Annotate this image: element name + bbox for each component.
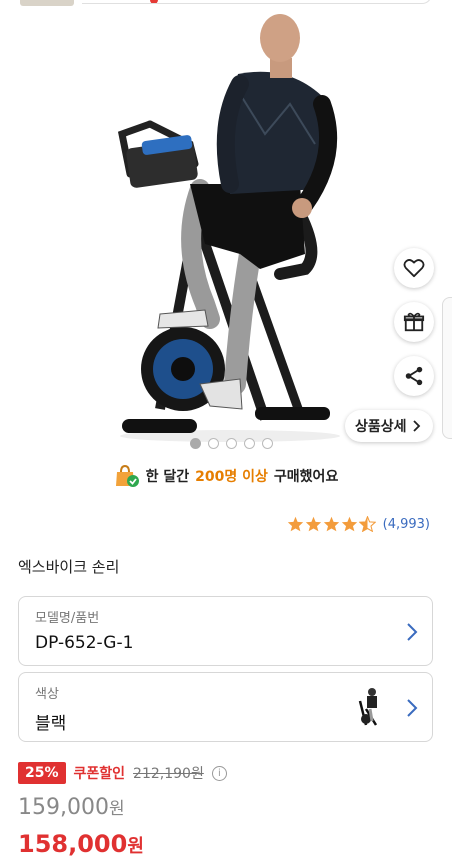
- star-icon: [341, 516, 357, 532]
- half-star-icon: [358, 516, 376, 532]
- review-rating[interactable]: (4,993): [287, 516, 430, 532]
- product-image[interactable]: [90, 14, 360, 450]
- side-action-bar: [394, 248, 434, 410]
- chevron-right-icon: [412, 420, 420, 432]
- share-button[interactable]: [394, 356, 434, 396]
- gift-button[interactable]: [394, 302, 434, 342]
- gallery-pagination: [190, 438, 273, 449]
- product-detail-button[interactable]: 상품상세: [345, 410, 433, 442]
- pagination-dot[interactable]: [226, 438, 237, 449]
- discount-row: 25% 쿠폰할인 212,190원 i: [18, 762, 227, 784]
- previous-thumbnail: [20, 0, 74, 6]
- coupon-price: 158,000원: [18, 830, 144, 858]
- pagination-dot[interactable]: [190, 438, 201, 449]
- purchase-notice-highlight: 200명 이상: [195, 469, 268, 485]
- color-option-value: 블랙: [35, 714, 67, 734]
- model-option-label: 모델명/품번: [35, 611, 100, 626]
- review-count: (4,993): [382, 516, 430, 532]
- chevron-right-icon: [407, 623, 418, 641]
- shopping-bag-check-icon: [115, 464, 139, 487]
- purchase-notice-prefix: 한 달간: [145, 469, 190, 485]
- color-swatch-thumbnail: [358, 688, 378, 726]
- pagination-dot[interactable]: [262, 438, 273, 449]
- model-option-selector[interactable]: 모델명/품번 DP-652-G-1: [18, 596, 433, 666]
- original-price: 212,190원: [133, 766, 204, 782]
- side-panel-handle[interactable]: [442, 297, 452, 439]
- sale-price-currency: 원: [108, 799, 125, 819]
- heart-icon: [403, 259, 425, 278]
- star-icon: [287, 516, 303, 532]
- coupon-price-number: 158,000: [18, 830, 128, 858]
- previous-box-edge: [82, 0, 432, 4]
- color-option-selector[interactable]: 색상 블랙: [18, 672, 433, 742]
- share-icon: [405, 366, 423, 386]
- discount-badge: 25%: [18, 762, 66, 784]
- pagination-dot[interactable]: [208, 438, 219, 449]
- wishlist-button[interactable]: [394, 248, 434, 288]
- pagination-dot[interactable]: [244, 438, 255, 449]
- color-option-label: 색상: [35, 687, 59, 702]
- info-icon[interactable]: i: [211, 765, 227, 781]
- chevron-right-icon: [407, 699, 418, 717]
- previous-section-edge: [0, 0, 452, 8]
- star-rating: [287, 516, 376, 532]
- coupon-price-currency: 원: [127, 836, 144, 857]
- star-icon: [305, 516, 321, 532]
- sale-price-number: 159,000: [18, 795, 109, 820]
- star-icon: [323, 516, 339, 532]
- coupon-discount-label: 쿠폰할인: [73, 766, 126, 782]
- purchase-notice-suffix: 구매했어요: [273, 469, 339, 485]
- model-option-value: DP-652-G-1: [35, 633, 134, 653]
- purchase-notice: 한 달간 200명 이상 구매했어요: [0, 464, 452, 488]
- product-detail-label: 상품상세: [355, 419, 407, 435]
- product-title: 엑스바이크 손리: [18, 558, 120, 576]
- gift-icon: [403, 312, 425, 332]
- sale-price: 159,000원: [18, 794, 125, 820]
